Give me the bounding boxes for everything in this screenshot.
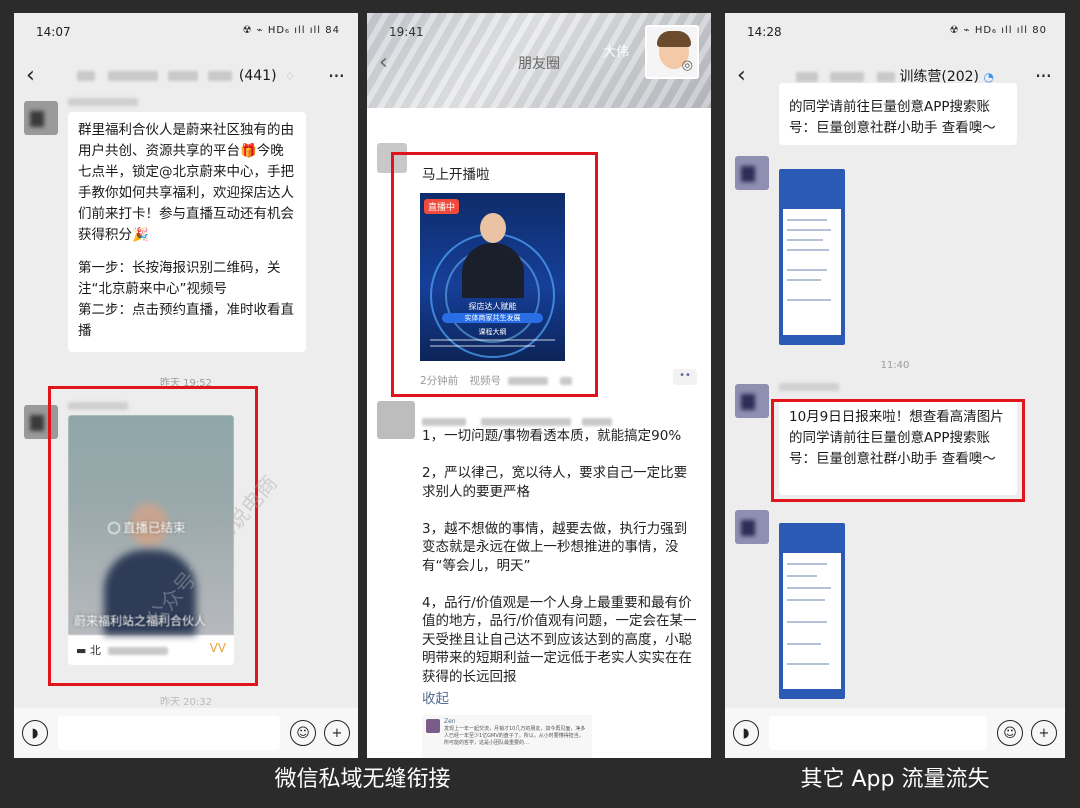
- highlight-box: [771, 399, 1025, 502]
- message-bubble[interactable]: 的同学请前往巨量创意APP搜索账号：巨量创意社群小助手 查看噢～: [779, 83, 1017, 145]
- message-steps: 第一步：长按海报识别二维码，关注“北京蔚来中心”视频号 第二步：点击预约直播，准…: [78, 260, 294, 339]
- status-time: 14:07: [36, 25, 71, 39]
- comment-avatar: [426, 719, 440, 733]
- status-icons: ☢ ⌁ HD₆ ıll ıll 80: [949, 25, 1047, 36]
- sender-avatar[interactable]: [735, 510, 769, 544]
- moments-nav-bar: ‹ 朋友圈: [367, 43, 711, 83]
- more-options-icon[interactable]: ···: [1035, 64, 1052, 88]
- status-bar: 14:28 ☢ ⌁ HD₆ ıll ıll 80: [725, 13, 1065, 51]
- back-arrow-icon[interactable]: ‹: [737, 65, 746, 87]
- other-app-group-chat-screen: 14:28 ☢ ⌁ HD₆ ıll ıll 80 ‹ 训练营(202) ◔ ··…: [725, 13, 1065, 758]
- message-input[interactable]: [769, 716, 987, 750]
- wechat-group-chat-screen: 14:07 ☢ ⌁ HD₆ ıll ıll 84 ‹ (441) ♢ ··· 群…: [14, 13, 358, 758]
- image-message[interactable]: [779, 169, 845, 345]
- chat-member-count: (441): [238, 68, 277, 84]
- sender-name: [779, 383, 839, 391]
- sender-avatar[interactable]: [735, 156, 769, 190]
- poster-avatar[interactable]: [377, 401, 415, 439]
- comment-card[interactable]: Zen 发现上一年一起交流，月销才10几万的朋友，如今再见面，净多人已经一年至少…: [422, 715, 592, 758]
- status-bar: 14:07 ☢ ⌁ HD₆ ıll ıll 84: [14, 13, 358, 51]
- emoji-icon[interactable]: ☺: [290, 720, 316, 746]
- sender-name: [68, 98, 138, 106]
- chat-title: (441) ♢: [77, 68, 295, 84]
- chat-timestamp: 11:40: [880, 360, 910, 371]
- back-arrow-icon[interactable]: ‹: [379, 52, 388, 74]
- community-icon: ◔: [983, 70, 994, 84]
- chat-nav-bar: ‹ (441) ♢ ···: [14, 51, 358, 101]
- caption-right: 其它 App 流量流失: [800, 767, 990, 792]
- plus-icon[interactable]: +: [324, 720, 350, 746]
- message-input[interactable]: [58, 716, 280, 750]
- post-actions-button[interactable]: ••: [673, 369, 697, 385]
- highlight-box: [391, 152, 598, 397]
- post-text: 1，一切问题/事物看透本质，就能搞定90% 2，严以律己，宽以待人，要求自己一定…: [422, 428, 697, 685]
- sender-avatar[interactable]: [24, 101, 58, 135]
- back-arrow-icon[interactable]: ‹: [26, 65, 35, 87]
- collapse-link[interactable]: 收起: [422, 690, 449, 709]
- more-options-icon[interactable]: ···: [328, 64, 345, 88]
- chat-input-bar: ◗ ☺ +: [725, 708, 1065, 758]
- image-message[interactable]: [779, 523, 845, 699]
- mute-icon: ♢: [285, 70, 295, 83]
- sender-avatar[interactable]: [735, 384, 769, 418]
- chat-timestamp: 昨天 20:32: [160, 697, 212, 708]
- message-bubble[interactable]: 群里福利合伙人是蔚来社区独有的由用户共创、资源共享的平台🎁今晚七点半，锁定@北京…: [68, 112, 306, 352]
- moments-feed-screen: 19:41 大伟 ◎ ‹ 朋友圈 马上开播啦 直播中 探店达人赋能 实体商家共生…: [367, 13, 711, 758]
- plus-icon[interactable]: +: [1031, 720, 1057, 746]
- emoji-icon[interactable]: ☺: [997, 720, 1023, 746]
- caption-left: 微信私域无缝衔接: [274, 767, 451, 792]
- page-title: 朋友圈: [518, 56, 560, 72]
- status-time: 14:28: [747, 25, 782, 39]
- voice-icon[interactable]: ◗: [733, 720, 759, 746]
- status-icons: ☢ ⌁ HD₆ ıll ıll 84: [242, 25, 340, 36]
- chat-input-bar: ◗ ☺ +: [14, 708, 358, 758]
- comment-text: 发现上一年一起交流，月销才10几万的朋友，如今再见面，净多人已经一年至少1亿GM…: [444, 726, 586, 746]
- voice-icon[interactable]: ◗: [22, 720, 48, 746]
- comment-name: Zen: [444, 718, 456, 725]
- message-text: 群里福利合伙人是蔚来社区独有的由用户共创、资源共享的平台🎁今晚七点半，锁定@北京…: [78, 122, 294, 243]
